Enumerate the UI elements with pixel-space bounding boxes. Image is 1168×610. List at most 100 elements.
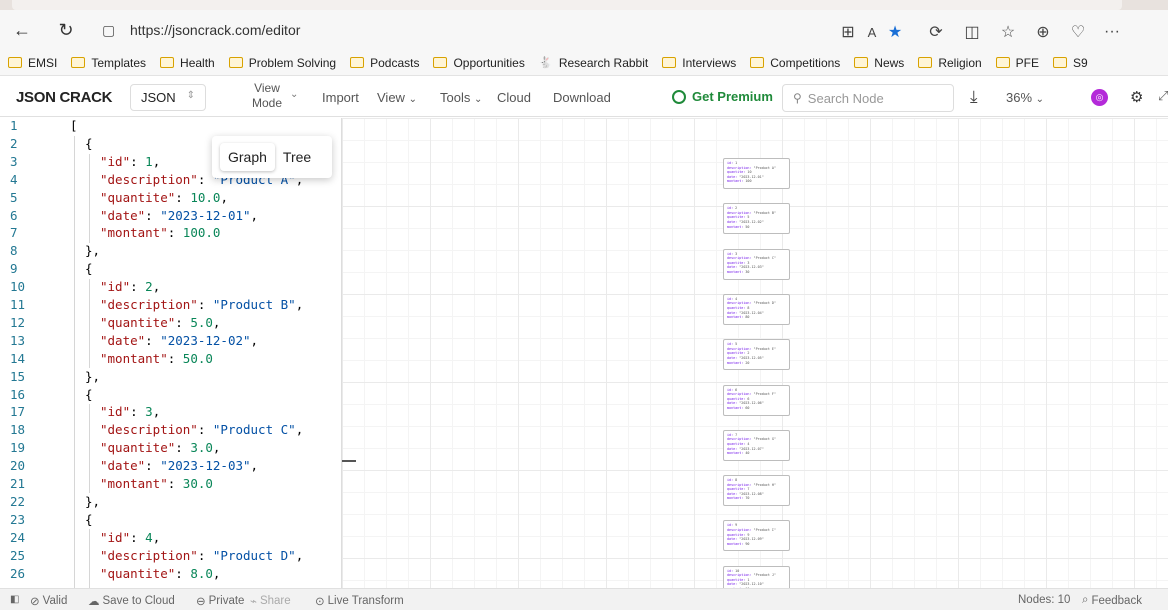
graph-node[interactable]: id: 1 description: "Product A" quantite: 1… <box>723 158 790 189</box>
node-row: montant: 90 <box>727 542 786 547</box>
graph-canvas[interactable]: id: 1 description: "Product A" quantite: 1… <box>342 118 1168 588</box>
chevron-down-icon[interactable]: ⌄ <box>290 89 298 100</box>
json-editor[interactable]: 1[2{3 "id": 1, 4 "description": "Product A"… <box>0 118 342 588</box>
view-menu-label: View <box>377 90 405 105</box>
code-punct: [ <box>70 118 78 133</box>
node-value: "Product A" <box>753 165 777 170</box>
more-menu-icon[interactable]: ··· <box>1100 20 1124 44</box>
json-value: 3.0 <box>190 440 213 456</box>
sidebar-toggle-icon[interactable]: ◧ <box>10 594 19 605</box>
view-menu[interactable]: View ⌄ <box>377 90 417 105</box>
bookmark-interviews[interactable]: Interviews <box>662 56 736 70</box>
get-premium-button[interactable]: Get Premium <box>672 89 773 104</box>
node-key: montant: <box>727 179 746 184</box>
bookmark-label: EMSI <box>28 55 58 70</box>
bookmark-label: Interviews <box>682 55 737 70</box>
view-mode-button[interactable]: View Mode <box>248 81 286 111</box>
bookmark-emsi[interactable]: EMSI <box>8 56 57 70</box>
bookmark-competitions[interactable]: Competitions <box>750 56 840 70</box>
browser-essentials-icon[interactable]: ♡ <box>1066 20 1090 44</box>
bookmark-opportunities[interactable]: Opportunities <box>433 56 525 70</box>
active-tab[interactable] <box>12 0 1122 10</box>
bookmark-label: Problem Solving <box>248 55 337 70</box>
folder-icon <box>1053 57 1068 68</box>
download-icon[interactable]: ⤓ <box>970 87 978 107</box>
settings-gear-icon[interactable]: ⚙ <box>1130 88 1143 106</box>
search-node-box[interactable]: ⚲ <box>782 84 954 112</box>
url-text[interactable]: https://jsoncrack.com/editor <box>130 22 300 38</box>
node-value: 90 <box>745 541 750 546</box>
search-node-input[interactable] <box>807 90 938 106</box>
json-value: "Product B" <box>212 297 296 312</box>
zoom-menu[interactable]: 36% ⌄ <box>1006 90 1044 105</box>
graph-node[interactable]: id: 2 description: "Product B" quantite: 5… <box>723 203 790 235</box>
format-select[interactable]: JSON ⇕ <box>130 84 206 111</box>
bookmark-pfe[interactable]: PFE <box>995 56 1039 70</box>
node-key: id: <box>727 432 736 437</box>
download-button[interactable]: Download <box>553 90 611 105</box>
favorites-icon[interactable]: ☆ <box>996 20 1020 44</box>
node-value: 4 <box>747 441 750 446</box>
indent-guide <box>74 136 75 588</box>
graph-node[interactable]: id: 6 description: "Product F" quantite: 6… <box>723 384 790 416</box>
node-key: montant: <box>727 224 746 229</box>
node-value: 9 <box>735 523 738 528</box>
bookmark-templates[interactable]: Templates <box>71 56 146 70</box>
page-info-icon[interactable]: ▢ <box>102 22 122 39</box>
node-key: description: <box>727 301 754 306</box>
node-value: 6 <box>735 387 738 392</box>
graph-node[interactable]: id: 10 description: "Product J" quantite: … <box>723 565 790 588</box>
node-value: 7 <box>735 432 738 437</box>
tools-menu[interactable]: Tools ⌄ <box>440 90 482 105</box>
bookmark-religion[interactable]: Religion <box>918 56 982 70</box>
node-value: 20 <box>745 360 750 365</box>
graph-node[interactable]: id: 9 description: "Product I" quantite: 9… <box>723 520 790 552</box>
fullscreen-icon[interactable]: ⤢ <box>1158 88 1168 104</box>
graph-node[interactable]: id: 5 description: "Product E" quantite: 2… <box>723 339 790 371</box>
line-number: 6 <box>10 207 18 223</box>
graph-node[interactable]: id: 7 description: "Product G" quantite: 4… <box>723 429 790 461</box>
bookmark-s9[interactable]: S9 <box>1053 56 1088 70</box>
extensions-icon[interactable]: ⟳ <box>924 20 948 44</box>
view-mode-option-tree[interactable]: Tree <box>275 143 319 171</box>
live-transform-button[interactable]: ⊙ Live Transform <box>315 594 404 608</box>
feedback-button[interactable]: ⌕ Feedback <box>1082 594 1142 607</box>
node-key: quantite: <box>727 532 748 537</box>
graph-node[interactable]: id: 4 description: "Product D" quantite: 8… <box>723 293 790 325</box>
bookmark-news[interactable]: News <box>854 56 904 70</box>
node-value: 10 <box>735 568 740 573</box>
collections-icon[interactable]: ⊕ <box>1031 20 1055 44</box>
private-button[interactable]: ⊖ Private <box>196 594 244 608</box>
import-button[interactable]: Import <box>322 90 359 105</box>
node-value: "Product F" <box>753 392 777 397</box>
reload-icon[interactable]: ↻ <box>52 16 80 44</box>
graph-node[interactable]: id: 8 description: "Product H" quantite: 7… <box>723 475 790 507</box>
line-number: 9 <box>10 261 18 277</box>
resize-handle[interactable] <box>342 460 356 462</box>
bookmark-health[interactable]: Health <box>160 56 215 70</box>
node-key: quantite: <box>727 306 748 311</box>
read-aloud-icon[interactable]: A <box>860 20 884 44</box>
split-screen-icon[interactable]: ◫ <box>960 20 984 44</box>
save-to-cloud-button[interactable]: ☁ Save to Cloud <box>88 594 175 608</box>
node-value: "Product D" <box>753 301 777 306</box>
node-key: date: <box>727 582 740 587</box>
code-text: "quantite": 3.0, <box>100 440 221 456</box>
app-available-icon[interactable]: ⊞ <box>836 20 860 44</box>
bookmark-problem-solving[interactable]: Problem Solving <box>228 55 337 70</box>
node-key: date: <box>727 310 740 315</box>
url-box[interactable]: ▢ https://jsoncrack.com/editor <box>96 15 916 45</box>
cloud-button[interactable]: Cloud <box>497 90 531 105</box>
favorite-star-icon[interactable]: ★ <box>883 20 907 44</box>
graph-node[interactable]: id: 3 description: "Product C" quantite: 3… <box>723 248 790 280</box>
code-text: { <box>85 387 93 402</box>
share-button[interactable]: ⌁ Share <box>250 594 291 608</box>
bookmarks-bar: EMSI Templates Health Problem Solving Podcas… <box>0 50 1168 76</box>
bookmark-research-rabbit[interactable]: 🐇 Research Rabbit <box>539 56 648 70</box>
node-key: quantite: <box>727 351 748 356</box>
back-icon[interactable]: ← <box>8 16 36 44</box>
bookmark-podcasts[interactable]: Podcasts <box>350 56 419 70</box>
avatar[interactable]: ◎ <box>1091 89 1108 106</box>
view-mode-option-graph[interactable]: Graph <box>220 143 275 171</box>
app-logo[interactable]: JSON CRACK <box>16 89 112 106</box>
